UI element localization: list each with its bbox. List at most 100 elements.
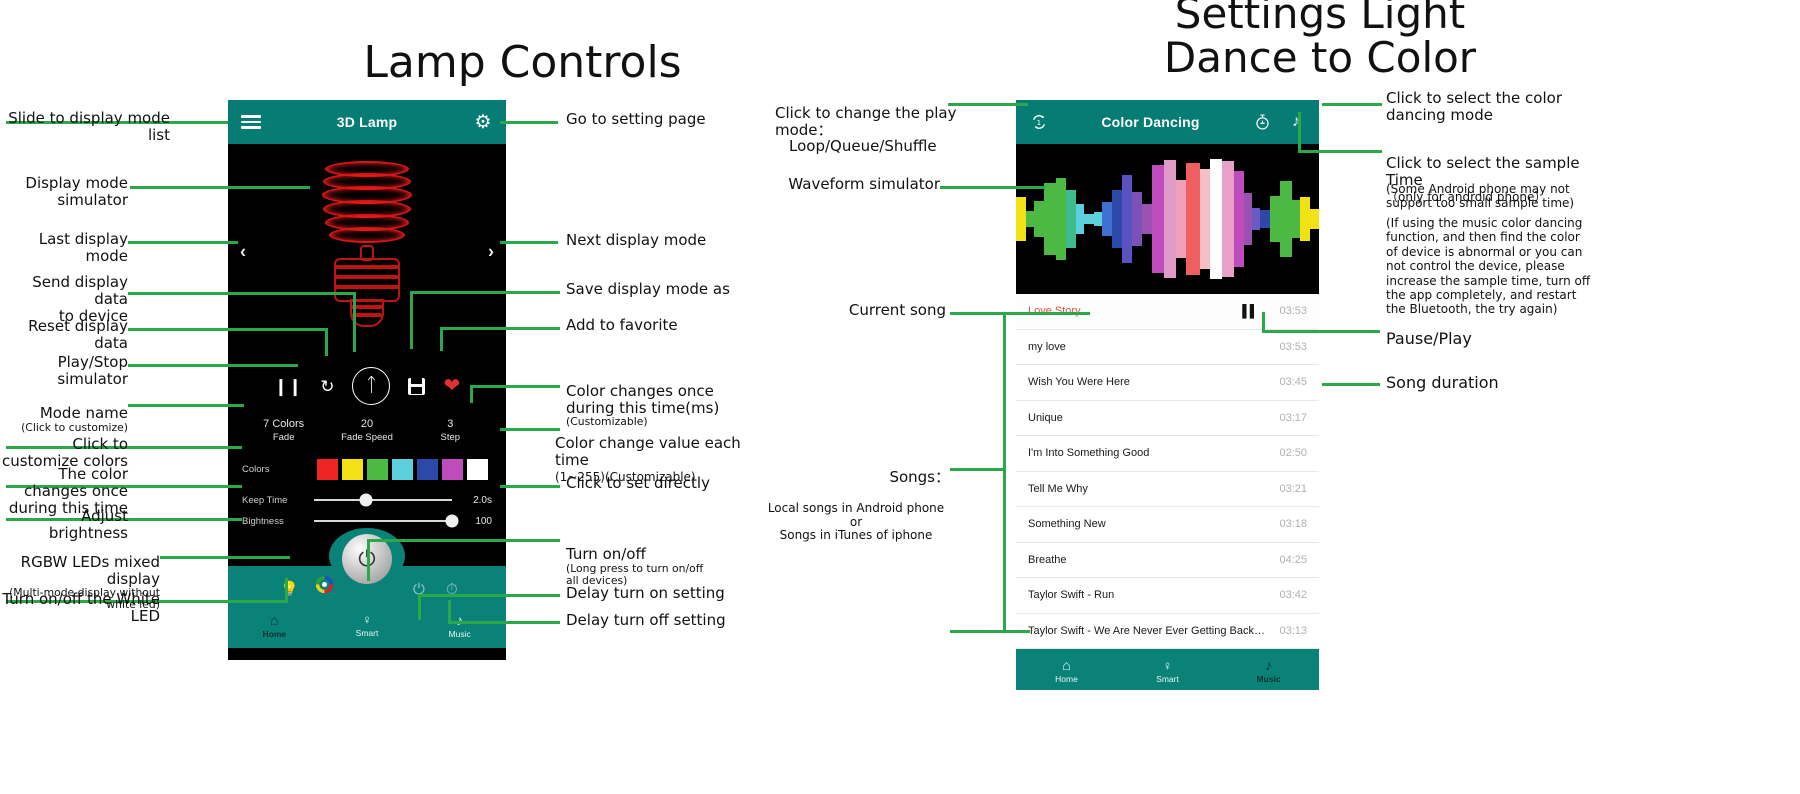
- song-row[interactable]: Taylor Swift - We Are Never Ever Getting…: [1016, 613, 1319, 649]
- tab-label: Smart: [1156, 673, 1179, 684]
- annotation-turn-on-off-main: Turn on/off: [566, 544, 646, 563]
- keep-time-value[interactable]: 2.0s: [458, 495, 492, 506]
- leader-line: [1322, 103, 1382, 106]
- save-icon[interactable]: [408, 377, 426, 395]
- song-row[interactable]: Wish You Were Here 03:45: [1016, 365, 1319, 401]
- song-row[interactable]: Taylor Swift - Run 03:42: [1016, 578, 1319, 614]
- waveform-bar: [1200, 169, 1210, 269]
- leader-line: [128, 364, 298, 367]
- waveform-bar: [1112, 190, 1122, 248]
- song-row[interactable]: Breathe 04:25: [1016, 542, 1319, 578]
- music-app-bar: 1 Color Dancing ♪: [1016, 100, 1319, 144]
- stopwatch-icon[interactable]: [1251, 111, 1273, 133]
- waveform-bar: [1244, 193, 1252, 245]
- annotation-rgbw-main: RGBW LEDs mixed display: [20, 552, 160, 588]
- tab-smart[interactable]: ♀ Smart: [321, 604, 414, 648]
- waveform-bar: [1270, 196, 1280, 242]
- color-swatch[interactable]: [317, 458, 338, 480]
- song-duration: 03:42: [1279, 589, 1307, 602]
- annotation-last-display-mode: Last display mode: [38, 230, 128, 265]
- pause-icon[interactable]: ▐▐: [1238, 304, 1254, 318]
- waveform-bar: [1292, 200, 1300, 238]
- bottom-tab-bar: ⌂ Home ♀ Smart ♪ Music: [228, 603, 506, 648]
- annotation-sample-time-note2: (If using the music color dancing functi…: [1386, 216, 1591, 317]
- leader-line: [418, 594, 421, 620]
- leader-line: [1003, 312, 1006, 630]
- white-led-bulb-icon[interactable]: 💡: [280, 580, 299, 598]
- song-duration: 03:18: [1279, 518, 1307, 531]
- mode-name[interactable]: 7 Colors Fade: [242, 417, 325, 445]
- color-swatch[interactable]: [467, 458, 488, 480]
- color-swatch[interactable]: [417, 458, 438, 480]
- pause-icon[interactable]: ❙❙: [274, 378, 303, 395]
- waveform-bar: [1034, 201, 1044, 237]
- annotation-songs-main: Songs：: [889, 467, 950, 486]
- refresh-icon[interactable]: ↻: [320, 378, 334, 395]
- hamburger-icon[interactable]: [240, 111, 262, 133]
- step[interactable]: 3 Step: [409, 417, 492, 445]
- step-value: 3: [447, 418, 454, 430]
- waveform-bar: [1056, 178, 1066, 260]
- keep-time-knob[interactable]: [359, 493, 373, 507]
- song-row[interactable]: Tell Me Why 03:21: [1016, 471, 1319, 507]
- leader-line: [500, 428, 560, 431]
- leader-line: [448, 621, 560, 624]
- annotation-delay-turn-off: Delay turn off setting: [566, 611, 726, 629]
- leader-line: [325, 328, 328, 356]
- song-row[interactable]: my love 03:53: [1016, 329, 1319, 365]
- waveform-bar: [1076, 204, 1084, 234]
- prev-display-mode-button[interactable]: ‹: [234, 235, 252, 268]
- annotation-play-mode-main: Click to change the play mode：: [775, 103, 957, 139]
- tab-home[interactable]: ⌂ Home: [1016, 649, 1117, 690]
- song-name: Wish You Were Here: [1028, 376, 1130, 389]
- page-title-settings-light-dance: Settings Light Dance to Color: [1163, 0, 1477, 83]
- music-note-icon[interactable]: ♪: [1285, 111, 1307, 133]
- tab-smart[interactable]: ♀ Smart: [1117, 649, 1218, 690]
- annotation-reset-display-data: Reset display data: [28, 317, 128, 352]
- next-display-mode-button[interactable]: ›: [482, 235, 500, 268]
- annotation-select-dancing-mode: Click to select the color dancing mode: [1386, 89, 1562, 124]
- song-name: Breathe: [1028, 553, 1067, 566]
- waveform-bar: [1084, 214, 1094, 224]
- song-name: Taylor Swift - We Are Never Ever Getting…: [1028, 624, 1265, 637]
- leader-line: [128, 328, 328, 331]
- annotation-add-favorite: Add to favorite: [566, 316, 678, 334]
- leader-line: [440, 327, 560, 330]
- rgb-color-wheel-icon[interactable]: [315, 575, 334, 598]
- tab-music[interactable]: ♪ Music: [413, 604, 506, 648]
- song-name: Taylor Swift - Run: [1028, 589, 1115, 602]
- waveform-bar: [1044, 183, 1056, 255]
- color-swatch[interactable]: [342, 458, 363, 480]
- leader-line: [128, 241, 238, 244]
- annotation-pause-play: Pause/Play: [1386, 329, 1472, 348]
- leader-line: [950, 630, 1030, 633]
- tab-label: Music: [448, 628, 471, 639]
- song-row[interactable]: Unique 03:17: [1016, 400, 1319, 436]
- leader-line: [500, 485, 560, 488]
- leader-line: [470, 385, 560, 388]
- annotation-go-to-settings: Go to setting page: [566, 110, 706, 128]
- fade-speed[interactable]: 20 Fade Speed: [325, 417, 408, 445]
- bluetooth-icon[interactable]: ᛏ: [352, 367, 391, 405]
- leader-line: [1298, 112, 1301, 152]
- song-row[interactable]: Something New 03:18: [1016, 507, 1319, 543]
- heart-icon[interactable]: ❤: [443, 376, 460, 396]
- tab-home[interactable]: ⌂ Home: [228, 604, 321, 648]
- color-swatch[interactable]: [367, 458, 388, 480]
- gear-icon[interactable]: ⚙: [472, 111, 494, 133]
- color-swatch[interactable]: [392, 458, 413, 480]
- lamp-app-bar: 3D Lamp ⚙: [228, 100, 506, 144]
- waveform-bar: [1252, 208, 1260, 230]
- song-row[interactable]: I'm Into Something Good 02:50: [1016, 436, 1319, 472]
- keep-time-slider[interactable]: [314, 493, 452, 507]
- repeat-one-icon[interactable]: 1: [1028, 111, 1050, 133]
- music-icon: ♪: [1265, 657, 1272, 673]
- color-swatch-list[interactable]: [308, 458, 492, 480]
- brightness-slider[interactable]: [314, 514, 459, 528]
- annotation-mode-name-sub: (Click to customize): [21, 420, 128, 434]
- tab-music[interactable]: ♪ Music: [1218, 649, 1319, 690]
- brightness-knob[interactable]: [445, 514, 459, 528]
- color-swatch[interactable]: [442, 458, 463, 480]
- leader-line: [130, 186, 310, 189]
- waveform-bar: [1164, 160, 1176, 278]
